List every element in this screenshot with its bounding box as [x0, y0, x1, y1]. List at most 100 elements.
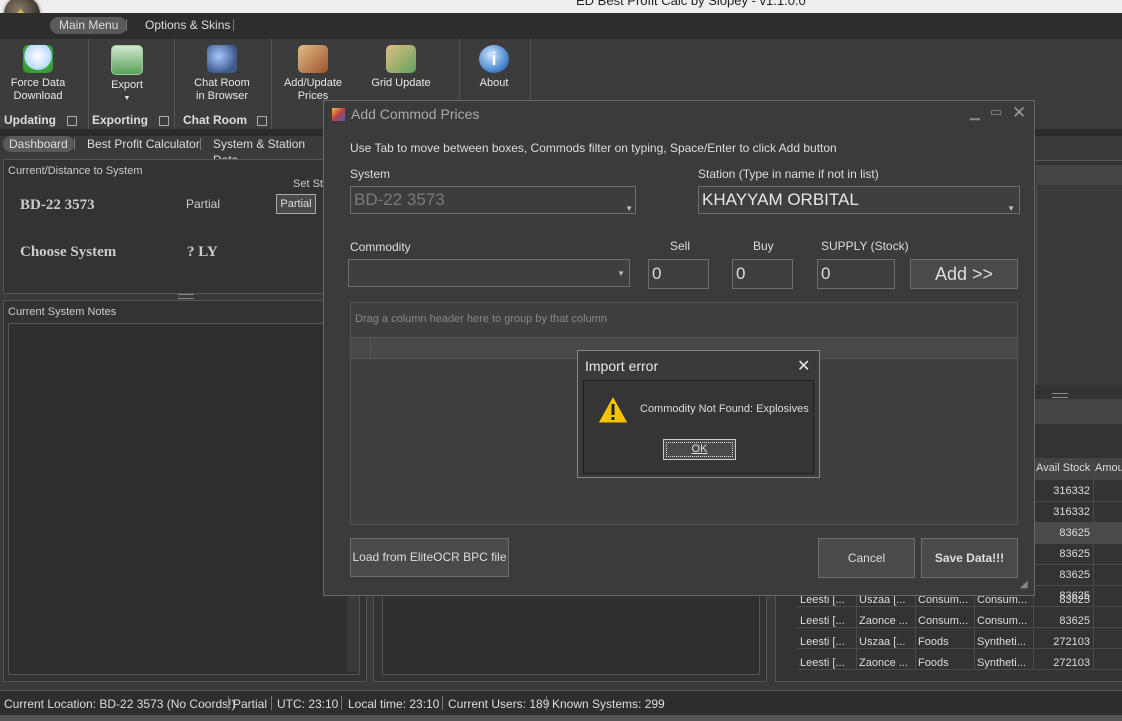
- divider: [442, 696, 443, 710]
- grid-cell[interactable]: 316332: [1040, 506, 1090, 518]
- grid-header-row: Avail Stock Amou: [1033, 458, 1122, 481]
- ribbon-group-chatroom: Chat Room in Browser Chat Room: [174, 39, 272, 129]
- station-combobox[interactable]: KHAYYAM ORBITAL ▼: [698, 186, 1020, 214]
- divider: [200, 138, 201, 150]
- tab-dashboard[interactable]: Dashboard: [3, 136, 74, 152]
- ribbon-group-exporting: Export ▼ Exporting: [88, 39, 175, 129]
- splitter-handle[interactable]: [178, 294, 194, 299]
- col-divider: [370, 338, 371, 358]
- col-avail-stock[interactable]: Avail Stock: [1036, 462, 1090, 474]
- about-label: About: [479, 77, 509, 89]
- about-button[interactable]: i About: [469, 39, 519, 90]
- chevron-down-icon: ▼: [625, 204, 633, 213]
- status-local-time: Local time: 23:10: [348, 697, 440, 711]
- tab-system-station-data[interactable]: System & Station Data: [207, 136, 330, 167]
- divider: [126, 19, 127, 31]
- window-title: ED Best Profit Calc by Slopey - v1.1.0.0: [576, 0, 806, 8]
- status-bar: Current Location: BD-22 3573 (No Coords!…: [0, 690, 1122, 716]
- grid-cell: Zaonce ...: [859, 615, 908, 627]
- grid-rows: Leesti [... Uszaa [... Consum... Consum.…: [797, 590, 1122, 670]
- divider: [271, 696, 272, 710]
- tab-best-profit-calculator[interactable]: Best Profit Calculator: [81, 136, 206, 152]
- chevron-down-icon: ▼: [123, 95, 131, 102]
- group-label-chatroom: Chat Room: [183, 113, 247, 127]
- divider: [546, 696, 547, 710]
- tab-options-skins[interactable]: Options & Skins: [136, 17, 239, 34]
- main-tabs: Dashboard Best Profit Calculator System …: [0, 136, 330, 167]
- grid-cell[interactable]: 83625: [1040, 569, 1090, 581]
- dialog-title: Add Commod Prices: [351, 106, 480, 122]
- system-combobox[interactable]: BD-22 3573 ▼: [350, 186, 636, 214]
- current-system-label: Current/Distance to System: [8, 165, 143, 177]
- force-data-download-button[interactable]: Force Data Download: [4, 39, 72, 103]
- supply-input[interactable]: 0: [817, 259, 895, 289]
- load-eliteocr-button[interactable]: Load from EliteOCR BPC file: [350, 538, 509, 577]
- partial-label: Partial: [186, 197, 221, 211]
- divider: [74, 138, 75, 150]
- add-update-prices-button[interactable]: Add/Update Prices: [279, 39, 347, 103]
- col-divider: [1093, 458, 1094, 670]
- resize-grip-icon[interactable]: ◢: [1020, 579, 1028, 590]
- close-icon[interactable]: ✕: [1012, 103, 1026, 123]
- right-panel-header: [1036, 165, 1122, 185]
- choose-system-label: Choose System: [20, 244, 117, 260]
- splitter-handle[interactable]: [1052, 393, 1068, 398]
- buy-input[interactable]: 0: [732, 259, 793, 289]
- chat-room-button[interactable]: Chat Room in Browser: [186, 39, 258, 103]
- add-commod-prices-dialog: Add Commod Prices ▁ ▭ ✕ Use Tab to move …: [323, 100, 1035, 596]
- ok-button[interactable]: OK: [663, 439, 736, 460]
- partial-button[interactable]: Partial: [276, 194, 316, 214]
- menu-tab-row: Main Menu Options & Skins: [0, 13, 1122, 39]
- save-data-button[interactable]: Save Data!!!: [921, 538, 1018, 578]
- middle-grid: [382, 595, 760, 675]
- commodity-label: Commodity: [350, 240, 411, 254]
- grid-cell[interactable]: 83625: [1040, 548, 1090, 560]
- tab-main-menu[interactable]: Main Menu: [50, 17, 128, 34]
- grid-update-label: Grid Update: [371, 77, 431, 89]
- chat-label: Chat Room: [194, 77, 250, 89]
- minimize-icon[interactable]: ▁: [970, 105, 980, 121]
- export-button[interactable]: Export ▼: [97, 39, 157, 105]
- grid-cell: 272103: [1053, 657, 1090, 669]
- add-button[interactable]: Add >>: [910, 259, 1018, 289]
- error-body: Commodity Not Found: Explosives OK: [583, 380, 814, 474]
- group-expand-icon[interactable]: [67, 116, 77, 126]
- bottom-strip: [0, 715, 1122, 721]
- group-expand-icon[interactable]: [159, 116, 169, 126]
- chat-label-2: in Browser: [196, 90, 248, 102]
- close-icon[interactable]: ✕: [797, 356, 810, 376]
- group-label-exporting: Exporting: [92, 113, 148, 127]
- force-label-2: Download: [13, 90, 63, 102]
- group-by-hint: Drag a column header here to group by th…: [355, 313, 607, 325]
- table-row[interactable]: Leesti [... Uszaa [... Foods Syntheti...…: [797, 632, 1122, 653]
- dialog-title-bar: Add Commod Prices ▁ ▭ ✕: [324, 101, 1034, 127]
- window-title-bar: ED Best Profit Calc by Slopey - v1.1.0.0: [0, 0, 1122, 13]
- col-divider: [915, 590, 916, 670]
- chevron-down-icon: ▼: [617, 269, 625, 278]
- grid-update-button[interactable]: Grid Update: [365, 39, 437, 90]
- group-label-updating: Updating: [4, 113, 56, 127]
- notes-textarea[interactable]: [8, 323, 360, 675]
- addupdate-label: Add/Update: [283, 77, 343, 89]
- col-amount[interactable]: Amou: [1095, 462, 1122, 474]
- dialog-hint: Use Tab to move between boxes, Commods f…: [350, 141, 837, 155]
- sell-input[interactable]: 0: [648, 259, 709, 289]
- col-divider: [974, 590, 975, 670]
- group-expand-icon[interactable]: [257, 116, 267, 126]
- grid-cell[interactable]: 316332: [1040, 485, 1090, 497]
- maximize-icon[interactable]: ▭: [990, 104, 1002, 120]
- commodity-combobox[interactable]: ▼: [348, 259, 630, 287]
- grid-cell: Leesti [...: [800, 615, 845, 627]
- divider: [233, 19, 234, 31]
- table-row[interactable]: Leesti [... Zaonce ... Consum... Consum.…: [797, 611, 1122, 632]
- grid-cell[interactable]: 83625: [1040, 527, 1090, 539]
- grid-cell: 83625: [1059, 615, 1090, 627]
- cancel-button[interactable]: Cancel: [818, 538, 915, 578]
- grid-cell: Syntheti...: [977, 636, 1026, 648]
- chat-people-icon: [207, 45, 237, 73]
- notes-label: Current System Notes: [8, 306, 117, 318]
- export-label: Export: [111, 79, 143, 91]
- grid-cell: 83625: [1059, 594, 1090, 606]
- sell-label: Sell: [670, 239, 691, 253]
- table-row[interactable]: Leesti [... Zaonce ... Foods Syntheti...…: [797, 653, 1122, 674]
